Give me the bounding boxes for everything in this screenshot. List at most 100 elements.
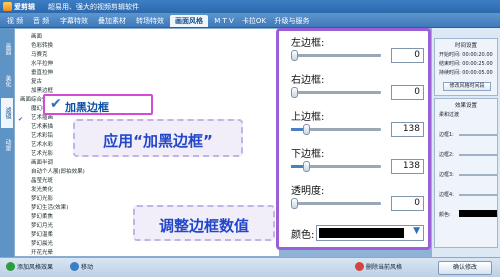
selected-effect-label: 加黑边框 [65, 101, 109, 114]
side-color-swatch[interactable] [459, 210, 497, 217]
tab-karaoke[interactable]: 卡拉OK [239, 15, 269, 27]
bottom-border-label: 下边框: [291, 149, 325, 160]
list-item[interactable]: 艺术素描 [31, 122, 53, 130]
bottom-toolbar: 添加风格效果 移动 删除当前风格 确认修改 [0, 257, 500, 277]
opacity-label: 透明度: [291, 186, 325, 197]
selected-effect-zoom: ✔ 加黑边框 [43, 94, 153, 115]
list-item[interactable]: 梦幻温柔 [31, 230, 53, 238]
list-item[interactable]: 画面半调 [31, 158, 53, 166]
confirm-button[interactable]: 确认修改 [438, 261, 492, 275]
list-item[interactable]: 发光美化 [31, 185, 53, 193]
side-slider[interactable] [459, 194, 497, 196]
list-item[interactable]: 自动个人展(即拍效果) [31, 167, 85, 175]
side-slider[interactable] [459, 174, 497, 176]
time-settings-title: 时间设置 [454, 43, 477, 49]
soft-transition-checkbox[interactable]: 柔和过渡 [439, 111, 459, 118]
slider-thumb[interactable] [303, 124, 310, 135]
delete-style-button[interactable]: 删除当前风格 [355, 261, 402, 275]
list-item[interactable]: 艺术光影 [31, 149, 53, 157]
slider-thumb[interactable] [291, 198, 298, 209]
app-name: 爱剪辑 [14, 3, 35, 11]
right-border-label: 右边框: [291, 75, 325, 86]
slider-thumb[interactable] [303, 161, 310, 172]
add-icon [6, 262, 15, 271]
tab-video[interactable]: 视 频 [3, 15, 27, 27]
left-border-slider[interactable] [291, 50, 381, 61]
delete-icon [355, 262, 364, 271]
check-icon: ✔ [18, 116, 24, 123]
list-item[interactable]: 梦幻生活(效果) [31, 203, 68, 211]
side-slider[interactable] [459, 134, 497, 136]
tab-mtv[interactable]: M T V [211, 15, 237, 27]
chevron-down-icon[interactable]: ▼ [413, 226, 420, 236]
opacity-slider[interactable] [291, 198, 381, 209]
left-border-label: 左边框: [291, 38, 325, 49]
modify-time-button[interactable]: 修改风格时间段 [443, 82, 491, 91]
main-tab-bar: 视 频 音 频 字幕特效 叠加素材 转场特效 画面风格 M T V 卡拉OK 升… [0, 13, 500, 28]
side-slider[interactable] [459, 154, 497, 156]
move-button[interactable]: 移动 [70, 261, 93, 275]
border-settings-panel: 左边框: 0 右边框: 0 上边框: 138 下边框: 138 透明度: 0 颜… [276, 28, 431, 250]
effect-list: 画面 色彩转换 马赛克 水平拉伸 垂直拉伸 复古 ✔ 加黑边框 画面综合效果 魔… [14, 28, 280, 257]
list-item[interactable]: 艺术彩铅 [31, 131, 53, 139]
list-item[interactable]: 垂直拉伸 [31, 68, 53, 76]
list-item-selected[interactable]: 加黑边框 [31, 86, 53, 94]
opacity-value[interactable]: 0 [391, 196, 424, 211]
bottom-border-slider[interactable] [291, 161, 381, 172]
color-label: 颜色: [291, 230, 315, 241]
side-color: 颜色: [439, 212, 451, 218]
adjust-callout: 调整边框数值 [133, 205, 275, 241]
title-bar: 爱剪辑 超易用、强大的视频剪辑软件 [0, 0, 500, 13]
tab-audio[interactable]: 音 频 [29, 15, 53, 27]
top-border-value[interactable]: 138 [391, 122, 424, 137]
tab-transition[interactable]: 转场特效 [132, 15, 168, 27]
app-tagline: 超易用、强大的视频剪辑软件 [48, 3, 139, 11]
list-item[interactable]: 开花光晕 [31, 248, 53, 256]
vtab-picture[interactable]: 画面 [1, 34, 13, 64]
apply-callout: 应用“加黑边框” [73, 119, 243, 157]
side-border-1: 边框1: [439, 132, 454, 138]
slider-thumb[interactable] [291, 50, 298, 61]
bottom-border-value[interactable]: 138 [391, 159, 424, 174]
top-border-slider[interactable] [291, 124, 381, 135]
check-icon: ✔ [50, 96, 62, 112]
list-item[interactable]: 梦幻月光 [31, 221, 53, 229]
vtab-filter[interactable]: 滤镜 [1, 98, 13, 128]
right-border-value[interactable]: 0 [391, 85, 424, 100]
time-settings-box: 时间设置 开始时间: 00:00:20.00 结束时间: 00:00:25.00… [434, 38, 498, 96]
effect-settings-title: 效果设置 [454, 103, 477, 109]
add-style-button[interactable]: 添加风格效果 [6, 261, 53, 275]
side-border-4: 边框4: [439, 192, 454, 198]
list-item[interactable]: 梦幻柔焦 [31, 212, 53, 220]
duration[interactable]: 持续时间: 00:00:05.00 [439, 69, 493, 76]
color-swatch [319, 228, 404, 238]
list-item[interactable]: 水平拉伸 [31, 59, 53, 67]
end-time[interactable]: 结束时间: 00:00:25.00 [439, 60, 493, 67]
effect-settings-box: 效果设置 柔和过渡 边框1: 边框2: 边框3: 边框4: 颜色: [434, 98, 498, 248]
list-item[interactable]: 画面 [31, 32, 42, 40]
tab-style[interactable]: 画面风格 [170, 15, 208, 27]
right-border-slider[interactable] [291, 87, 381, 98]
list-item[interactable]: 晶莹光斑 [31, 176, 53, 184]
top-border-label: 上边框: [291, 112, 325, 123]
side-border-3: 边框3: [439, 172, 454, 178]
adjust-callout-text: 调整边框数值 [158, 217, 249, 235]
list-item[interactable]: 艺术水彩 [31, 140, 53, 148]
list-item[interactable]: 梦幻光影 [31, 194, 53, 202]
start-time[interactable]: 开始时间: 00:00:20.00 [439, 51, 493, 58]
tab-overlay[interactable]: 叠加素材 [94, 15, 130, 27]
vtab-motion[interactable]: 动景 [1, 130, 13, 160]
side-settings: 时间设置 开始时间: 00:00:20.00 结束时间: 00:00:25.00… [432, 28, 500, 257]
list-item[interactable]: 梦幻晨光 [31, 239, 53, 247]
list-item[interactable]: 复古 [31, 77, 42, 85]
tab-subtitle[interactable]: 字幕特效 [56, 15, 92, 27]
slider-thumb[interactable] [291, 87, 298, 98]
left-border-value[interactable]: 0 [391, 48, 424, 63]
side-border-2: 边框2: [439, 152, 454, 158]
vtab-beautify[interactable]: 美化 [1, 66, 13, 96]
list-item[interactable]: 马赛克 [31, 50, 48, 58]
tab-upgrade[interactable]: 升级与服务 [272, 15, 312, 27]
apply-callout-text: 应用“加黑边框” [103, 132, 213, 150]
list-item[interactable]: 色彩转换 [31, 41, 53, 49]
color-dropdown[interactable]: ▼ [316, 225, 424, 241]
